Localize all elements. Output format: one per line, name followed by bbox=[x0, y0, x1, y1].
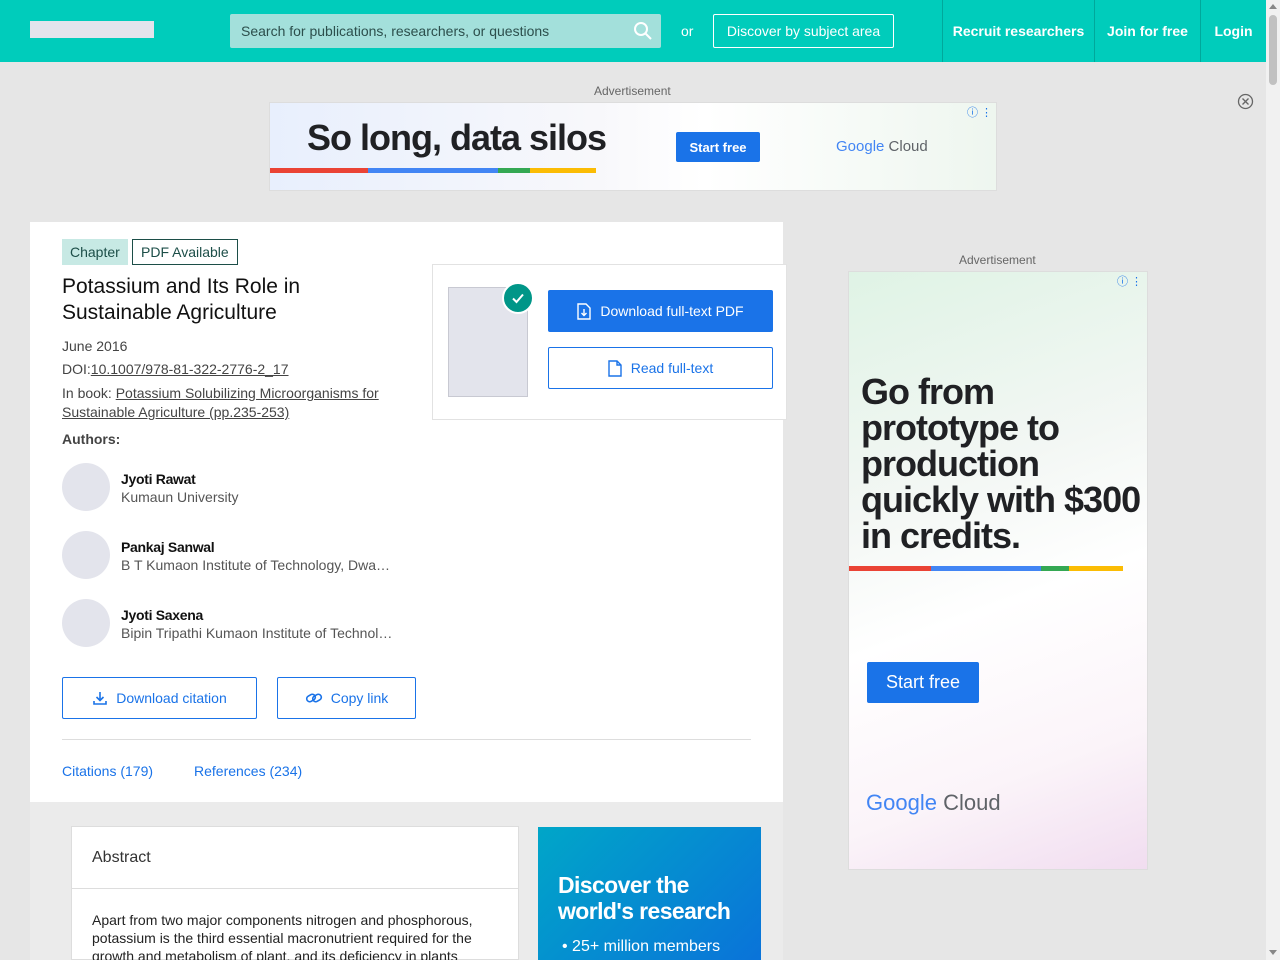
read-fulltext-label: Read full-text bbox=[630, 360, 714, 376]
pdf-available-tag: PDF Available bbox=[132, 239, 238, 265]
ad-label-side: Advertisement bbox=[959, 253, 1036, 267]
login-link[interactable]: Login bbox=[1200, 0, 1266, 62]
tab-citations[interactable]: Citations (179) bbox=[62, 763, 153, 779]
abstract-heading: Abstract bbox=[92, 849, 151, 866]
avatar[interactable] bbox=[62, 531, 110, 579]
promo-heading: Discover the world's research bbox=[558, 872, 731, 924]
download-citation-button[interactable]: Download citation bbox=[62, 677, 257, 719]
scroll-up-arrow[interactable] bbox=[1269, 4, 1277, 9]
side-google-cloud-logo: Google Cloud bbox=[866, 790, 1001, 815]
author-name[interactable]: Pankaj Sanwal bbox=[121, 539, 215, 555]
side-ad-headline: Go from prototype to production quickly … bbox=[861, 371, 1141, 556]
side-google-color-stripe bbox=[849, 566, 1123, 571]
document-icon bbox=[608, 359, 622, 377]
ad-start-free-button[interactable]: Start free bbox=[676, 132, 760, 162]
top-banner-ad[interactable]: So long, data silos Start free Google Cl… bbox=[269, 102, 997, 191]
download-citation-label: Download citation bbox=[116, 690, 227, 706]
discover-research-promo[interactable]: Discover the world's research • 25+ mill… bbox=[538, 827, 761, 960]
read-fulltext-button[interactable]: Read full-text bbox=[548, 347, 773, 389]
vertical-scrollbar[interactable] bbox=[1266, 0, 1280, 960]
discover-subject-button[interactable]: Discover by subject area bbox=[713, 14, 894, 48]
search-input[interactable] bbox=[230, 14, 625, 48]
close-ad-icon[interactable] bbox=[1237, 93, 1254, 110]
author-affiliation: Kumaun University bbox=[121, 489, 239, 505]
book-label: In book: bbox=[62, 385, 116, 401]
divider bbox=[62, 739, 751, 740]
side-ad-start-free-button[interactable]: Start free bbox=[867, 662, 979, 703]
side-banner-ad[interactable]: ⓘ ⋮ Go from prototype to production quic… bbox=[848, 271, 1148, 870]
author-name[interactable]: Jyoti Rawat bbox=[121, 471, 196, 487]
book-line: In book: Potassium Solubilizing Microorg… bbox=[62, 384, 402, 422]
avatar[interactable] bbox=[62, 463, 110, 511]
fulltext-download-box: Download full-text PDF Read full-text bbox=[432, 264, 787, 420]
ad-info-icon[interactable]: ⓘ ⋮ bbox=[967, 104, 992, 120]
abstract-panel: Abstract Apart from two major components… bbox=[71, 826, 519, 960]
download-icon bbox=[93, 692, 108, 705]
author-affiliation: Bipin Tripathi Kumaon Institute of Techn… bbox=[121, 625, 393, 641]
search-box[interactable] bbox=[230, 14, 661, 48]
promo-bullet-text: 25+ million members bbox=[572, 938, 721, 955]
pdf-download-icon bbox=[577, 302, 592, 320]
publication-title: Potassium and Its Role in Sustainable Ag… bbox=[62, 275, 301, 324]
abstract-text: Apart from two major components nitrogen… bbox=[92, 912, 473, 960]
ad-slogan: So long, data silos bbox=[307, 117, 607, 158]
google-cloud-logo: Google Cloud bbox=[836, 138, 928, 155]
authors-label: Authors: bbox=[62, 431, 121, 447]
author-item[interactable]: Jyoti Saxena Bipin Tripathi Kumaon Insti… bbox=[62, 599, 402, 649]
link-icon bbox=[305, 693, 322, 703]
scroll-down-arrow[interactable] bbox=[1269, 950, 1277, 955]
promo-bullet: • 25+ million members bbox=[562, 938, 721, 955]
publication-date: June 2016 bbox=[62, 338, 128, 354]
search-icon[interactable] bbox=[633, 21, 653, 41]
copy-link-button[interactable]: Copy link bbox=[277, 677, 416, 719]
chapter-tag: Chapter bbox=[62, 239, 128, 265]
scrollbar-thumb[interactable] bbox=[1269, 15, 1277, 85]
google-color-stripe bbox=[270, 168, 596, 173]
check-icon bbox=[502, 282, 534, 314]
doi-link[interactable]: 10.1007/978-81-322-2776-2_17 bbox=[91, 361, 289, 377]
download-fulltext-pdf-button[interactable]: Download full-text PDF bbox=[548, 290, 773, 332]
ad-label-top: Advertisement bbox=[594, 84, 671, 98]
author-item[interactable]: Pankaj Sanwal B T Kumaon Institute of Te… bbox=[62, 531, 402, 581]
top-navigation-bar: or Discover by subject area Recruit rese… bbox=[0, 0, 1266, 62]
author-affiliation: B T Kumaon Institute of Technology, Dwar… bbox=[121, 557, 393, 573]
author-item[interactable]: Jyoti Rawat Kumaun University bbox=[62, 463, 402, 513]
join-for-free-link[interactable]: Join for free bbox=[1094, 0, 1200, 62]
download-pdf-label: Download full-text PDF bbox=[600, 303, 744, 319]
recruit-researchers-link[interactable]: Recruit researchers bbox=[942, 0, 1094, 62]
avatar[interactable] bbox=[62, 599, 110, 647]
doi-label: DOI: bbox=[62, 361, 91, 377]
tab-references[interactable]: References (234) bbox=[194, 763, 302, 779]
abstract-divider bbox=[72, 888, 518, 889]
author-name[interactable]: Jyoti Saxena bbox=[121, 607, 203, 623]
or-separator: or bbox=[681, 23, 694, 39]
doi-line: DOI:10.1007/978-81-322-2776-2_17 bbox=[62, 361, 289, 377]
site-logo[interactable] bbox=[30, 21, 154, 38]
copy-link-label: Copy link bbox=[330, 690, 389, 706]
side-ad-info-icon[interactable]: ⓘ ⋮ bbox=[1117, 273, 1142, 289]
